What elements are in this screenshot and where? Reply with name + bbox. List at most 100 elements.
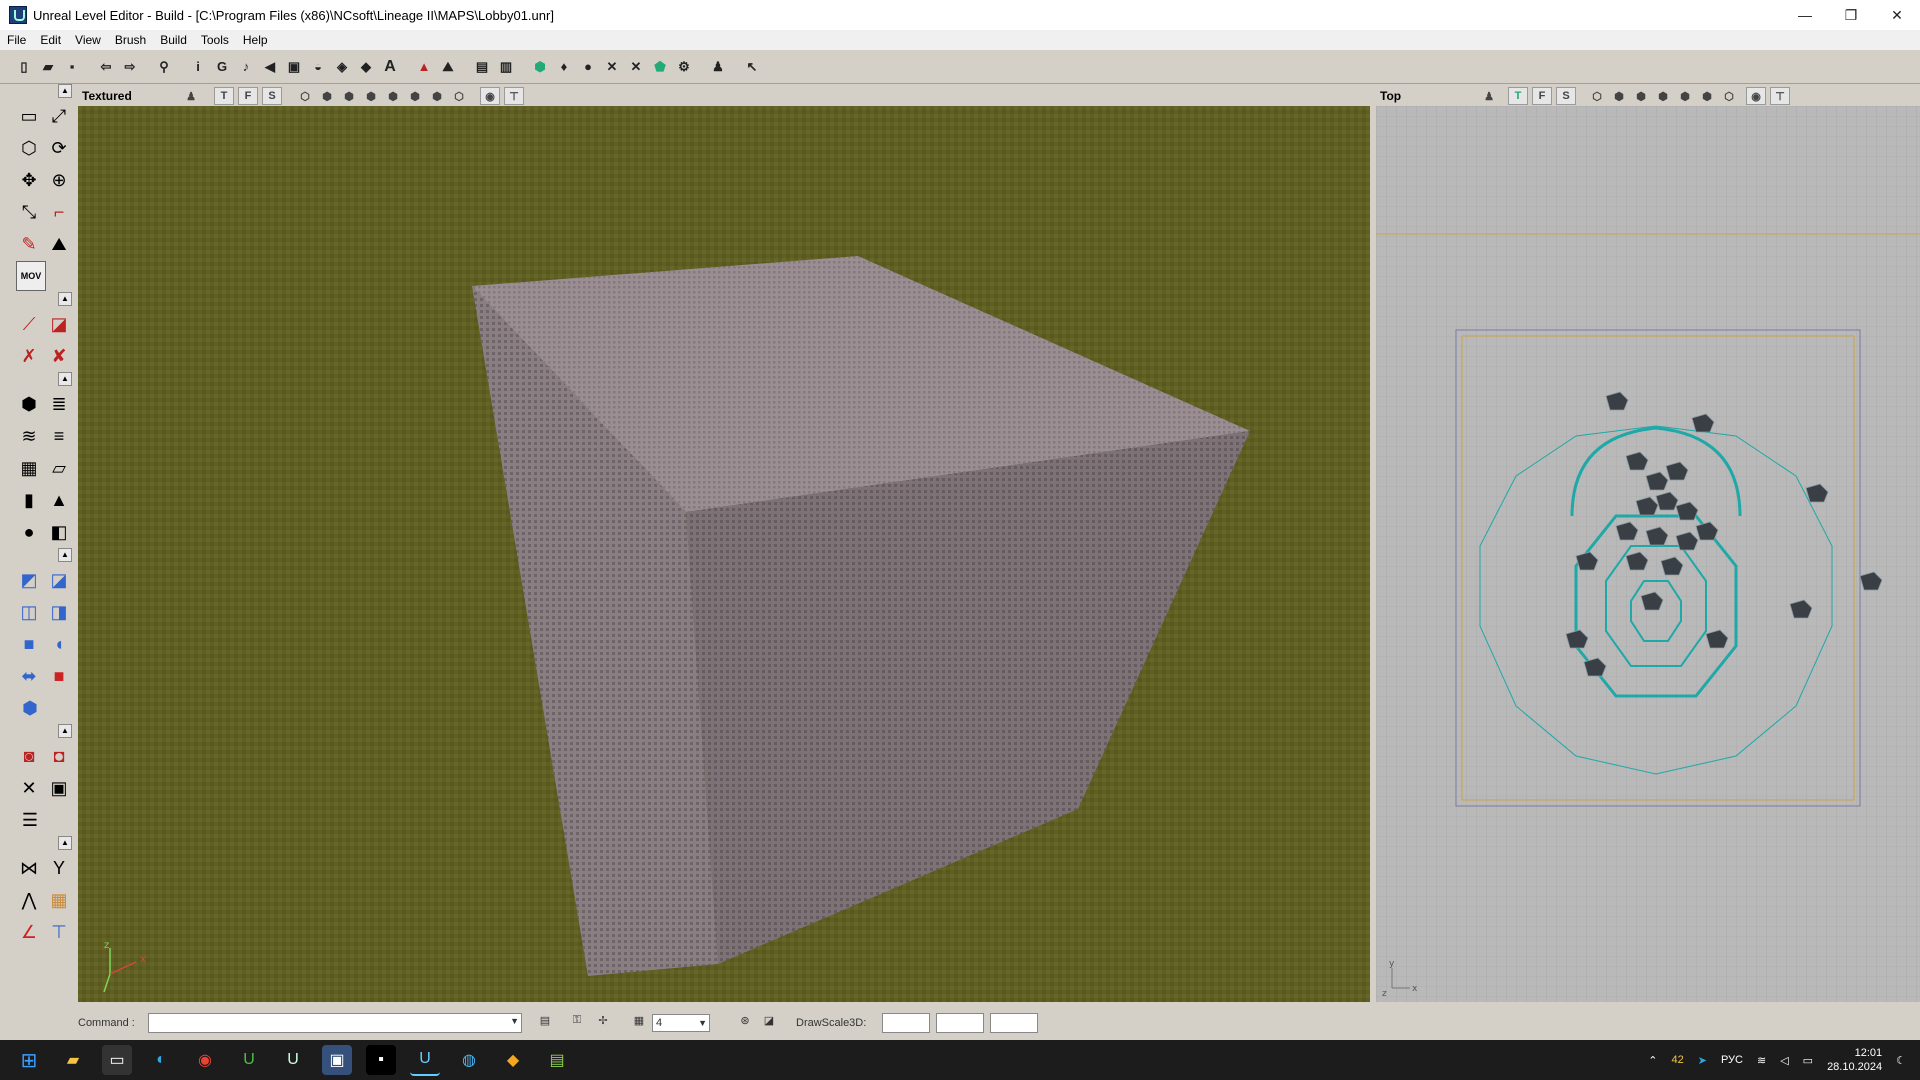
command-input[interactable]: ▼: [148, 1013, 522, 1033]
actor-icon[interactable]: ♟: [1480, 88, 1498, 104]
browser-icon[interactable]: ◍: [454, 1045, 484, 1075]
red-line-icon[interactable]: ⟋: [16, 310, 42, 338]
explorer-icon[interactable]: ▰: [58, 1045, 88, 1075]
windows-start-icon[interactable]: ⊞: [14, 1045, 44, 1075]
rotate-icon[interactable]: ⟳: [46, 134, 72, 162]
mov-icon[interactable]: MOV: [16, 261, 46, 291]
volume-icon[interactable]: ◁: [1780, 1054, 1788, 1067]
add-icon[interactable]: ◩: [16, 566, 42, 594]
collapse-icon[interactable]: ▲: [58, 724, 72, 738]
open-icon[interactable]: ▰: [38, 57, 58, 77]
red-a-icon[interactable]: ∠: [16, 918, 42, 946]
cylinder-icon[interactable]: ▮: [16, 486, 42, 514]
shield-icon[interactable]: ⬢: [530, 57, 550, 77]
viewport-top-canvas[interactable]: y x z: [1376, 106, 1920, 1002]
front-view-button[interactable]: F: [1532, 87, 1552, 105]
grid-icon[interactable]: ▦: [630, 1014, 648, 1032]
menu-view[interactable]: View: [68, 33, 108, 47]
vertex-edit-icon[interactable]: ⤢: [46, 102, 72, 130]
red-triangle-icon[interactable]: ▲: [414, 57, 434, 77]
menu-brush[interactable]: Brush: [108, 33, 153, 47]
vertex-snap-icon[interactable]: ◪: [760, 1014, 778, 1032]
light-icon[interactable]: ♦: [554, 57, 574, 77]
polygon-icon[interactable]: ⛰: [46, 230, 72, 258]
browser-icon[interactable]: ▤: [472, 57, 492, 77]
texture-rotate-icon[interactable]: ⌐: [46, 198, 72, 226]
unreal-active-icon[interactable]: U: [410, 1044, 440, 1076]
deintersect-icon[interactable]: ◨: [46, 598, 72, 626]
unreal-dark-icon[interactable]: ▣: [322, 1045, 352, 1075]
collapse-icon[interactable]: ▲: [58, 84, 72, 98]
camera-icon[interactable]: ⬟: [650, 57, 670, 77]
notepad-icon[interactable]: ▤: [542, 1045, 572, 1075]
snap-icon[interactable]: ✢: [594, 1014, 612, 1032]
sphere-icon[interactable]: ●: [16, 518, 42, 546]
brush-clip-icon[interactable]: ⬡: [16, 134, 42, 162]
dropdown-arrow-icon[interactable]: ▼: [698, 1015, 707, 1031]
mirror-icon[interactable]: ⋀: [16, 886, 42, 914]
undo-icon[interactable]: ⇦: [96, 57, 116, 77]
side-view-button[interactable]: S: [1556, 87, 1576, 105]
notification-icon[interactable]: ☾: [1896, 1054, 1906, 1067]
telegram-icon[interactable]: ➤: [1698, 1054, 1707, 1067]
mover-icon[interactable]: ◖: [46, 630, 72, 658]
collapse-icon[interactable]: ▲: [58, 372, 72, 386]
red-square-icon[interactable]: ◪: [46, 310, 72, 338]
plane-icon[interactable]: ▱: [46, 454, 72, 482]
menu-build[interactable]: Build: [153, 33, 194, 47]
edge-icon[interactable]: ◐: [146, 1045, 176, 1075]
blue-square-icon[interactable]: ■: [16, 630, 42, 658]
texture-icon[interactable]: ▣: [284, 57, 304, 77]
redo-icon[interactable]: ⇨: [120, 57, 140, 77]
stairs-icon[interactable]: ≣: [46, 390, 72, 418]
front-view-button[interactable]: F: [238, 87, 258, 105]
unreal-black-icon[interactable]: ▪: [366, 1045, 396, 1075]
unlit-icon[interactable]: ⬢: [428, 88, 446, 104]
zone-icon[interactable]: ⬢: [1610, 88, 1628, 104]
mesh-icon[interactable]: ◒: [308, 57, 328, 77]
sheet-icon[interactable]: ▦: [16, 454, 42, 482]
menu-help[interactable]: Help: [236, 33, 275, 47]
level-icon[interactable]: ▥: [496, 57, 516, 77]
terrain-icon[interactable]: ⛰: [438, 57, 458, 77]
semisolid-icon[interactable]: ⬌: [16, 662, 42, 690]
dropdown-arrow-icon[interactable]: ▼: [510, 1016, 519, 1026]
lock-icon[interactable]: ⊤: [504, 87, 524, 105]
red-box-icon[interactable]: ■: [46, 662, 72, 690]
actor-select-icon[interactable]: ♟: [708, 57, 728, 77]
texture-pan-icon[interactable]: ⤡: [16, 198, 42, 226]
mesh-box-icon[interactable]: ⬢: [16, 694, 44, 722]
flat-icon[interactable]: ⬡: [450, 88, 468, 104]
lighting-icon[interactable]: ⬢: [1676, 88, 1694, 104]
bulb-icon[interactable]: ●: [578, 57, 598, 77]
menu-edit[interactable]: Edit: [33, 33, 68, 47]
hide-icon[interactable]: ◙: [16, 742, 42, 770]
grid-size-select[interactable]: 4 ▼: [652, 1014, 710, 1032]
viewport-3d[interactable]: z x: [78, 106, 1370, 1002]
drawscale-z-input[interactable]: [990, 1013, 1038, 1033]
pivot-icon[interactable]: Y: [46, 854, 72, 882]
unreal-icon[interactable]: U: [278, 1045, 308, 1075]
dynamic-light-icon[interactable]: ⬢: [406, 88, 424, 104]
unlit-icon[interactable]: ⬡: [1720, 88, 1738, 104]
top-view-button[interactable]: T: [1508, 87, 1528, 105]
clock[interactable]: 12:01 28.10.2024: [1827, 1046, 1882, 1074]
viewport-3d-canvas[interactable]: z x: [78, 106, 1370, 1002]
snap-icon[interactable]: ⋈: [16, 854, 42, 882]
camera-move-icon[interactable]: ▭: [16, 102, 42, 130]
wireframe-icon[interactable]: ⬡: [296, 88, 314, 104]
spiral-stairs-icon[interactable]: ≡: [46, 422, 72, 450]
save-icon[interactable]: ▪: [62, 57, 82, 77]
bsp-icon[interactable]: ⬢: [340, 88, 358, 104]
rotate-snap-icon[interactable]: ⊛: [736, 1014, 754, 1032]
goto-icon[interactable]: G: [212, 57, 232, 77]
info-icon[interactable]: i: [188, 57, 208, 77]
textured-icon[interactable]: ⬢: [1654, 88, 1672, 104]
eye-icon[interactable]: ◉: [480, 87, 500, 105]
chevron-up-icon[interactable]: ⌃: [1648, 1054, 1657, 1067]
close-button[interactable]: ✕: [1874, 0, 1920, 30]
animation-icon[interactable]: ◈: [332, 57, 352, 77]
path-icon[interactable]: ✕: [602, 57, 622, 77]
align-icon[interactable]: ☰: [16, 806, 44, 834]
textured-icon[interactable]: ⬢: [362, 88, 380, 104]
